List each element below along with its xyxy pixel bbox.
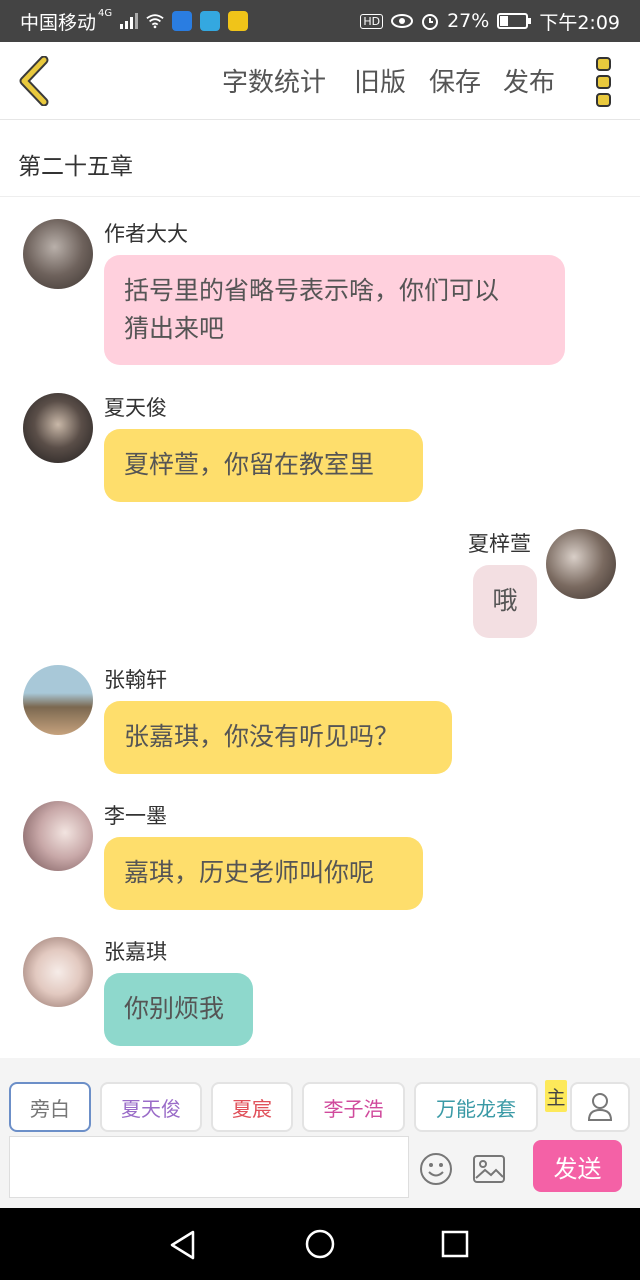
save-button[interactable]: 保存 (429, 62, 481, 99)
sender-name: 作者大大 (104, 222, 188, 246)
battery-percent: 27% (447, 10, 490, 32)
chat-bubble[interactable]: 哦 (473, 565, 537, 638)
chapter-title-text: 第二十五章 (18, 154, 133, 180)
role-chip[interactable]: 万能龙套 (414, 1082, 538, 1132)
publish-button[interactable]: 发布 (503, 62, 555, 99)
avatar[interactable] (23, 393, 93, 463)
send-button[interactable]: 发送 (533, 1140, 622, 1192)
carrier-label: 中国移动 (20, 11, 97, 34)
home-nav-icon[interactable] (304, 1228, 336, 1260)
compose-panel: 旁白 夏天俊 夏宸 李子浩 万能龙套 主 发送 (0, 1058, 640, 1208)
menu-dots-icon[interactable] (592, 56, 616, 108)
role-chip[interactable]: 李子浩 (302, 1082, 405, 1132)
recents-nav-icon[interactable] (441, 1230, 469, 1258)
editor-header: 字数统计 旧版 保存 发布 (0, 42, 640, 120)
clock: 下午2:09 (539, 11, 620, 34)
role-chip[interactable]: 夏宸 (211, 1082, 293, 1132)
signal-icon (120, 13, 139, 29)
sender-name: 夏天俊 (104, 396, 167, 420)
role-chip[interactable]: 夏天俊 (100, 1082, 202, 1132)
bubble-text: 夏梓萱，你留在教室里 (124, 450, 375, 479)
sender-name: 张翰轩 (104, 668, 167, 692)
bubble-text: 嘉琪，历史老师叫你呢 (124, 858, 375, 887)
bubble-text: 你别烦我 (124, 994, 225, 1023)
message-input[interactable] (9, 1136, 409, 1198)
old-version-button[interactable]: 旧版 (354, 62, 406, 99)
chat-bubble[interactable]: 嘉琪，历史老师叫你呢 (104, 837, 423, 910)
avatar[interactable] (23, 219, 93, 289)
emoji-icon[interactable] (419, 1152, 453, 1186)
bubble-text: 猜出来吧 (124, 314, 225, 343)
send-button-label: 发送 (553, 1154, 602, 1183)
system-nav-bar (0, 1208, 640, 1280)
chapter-title[interactable]: 第二十五章 (0, 121, 640, 197)
role-chip-label: 主 (546, 1086, 566, 1109)
avatar[interactable] (546, 529, 616, 599)
back-arrow-icon[interactable] (16, 56, 56, 106)
bubble-text: 哦 (492, 586, 518, 615)
sender-name: 李一墨 (104, 804, 167, 828)
avatar[interactable] (23, 937, 93, 1007)
avatar[interactable] (23, 801, 93, 871)
chat-bubble[interactable]: 夏梓萱，你留在教室里 (104, 429, 423, 502)
eye-icon (391, 14, 414, 28)
alarm-icon (422, 14, 439, 30)
chat-bubble[interactable]: 你别烦我 (104, 973, 253, 1046)
person-icon (587, 1093, 613, 1121)
status-bar: 中国移动 4G HD 27% 下午2:09 (0, 0, 640, 42)
role-chip-narration[interactable]: 旁白 (9, 1082, 91, 1132)
bubble-text: 张嘉琪，你没有听见吗？ (124, 722, 400, 751)
role-chip[interactable]: 主 (545, 1080, 567, 1112)
role-chip-label: 李子浩 (323, 1096, 384, 1121)
network-type: 4G (98, 7, 113, 19)
browser-app-icon (200, 11, 221, 31)
image-icon[interactable] (472, 1154, 506, 1184)
chat-bubble[interactable]: 张嘉琪，你没有听见吗？ (104, 701, 452, 774)
role-chip-label: 旁白 (30, 1096, 70, 1121)
shield-app-icon (172, 11, 193, 31)
chat-bubble[interactable]: 括号里的省略号表示啥，你们可以 猜出来吧 (104, 255, 565, 365)
bubble-text: 括号里的省略号表示啥，你们可以 (124, 276, 500, 305)
sender-name: 夏梓萱 (468, 532, 531, 556)
sender-name: 张嘉琪 (104, 940, 167, 964)
word-count-button[interactable]: 字数统计 (222, 62, 326, 99)
wifi-icon (146, 14, 164, 29)
hd-icon: HD (360, 13, 384, 29)
role-manager-button[interactable] (570, 1082, 630, 1132)
battery-icon (497, 13, 532, 29)
music-app-icon (228, 11, 249, 31)
role-chip-label: 夏天俊 (121, 1096, 181, 1121)
role-chip-label: 夏宸 (232, 1096, 272, 1121)
avatar[interactable] (23, 665, 93, 735)
back-nav-icon[interactable] (168, 1230, 198, 1260)
role-chip-label: 万能龙套 (436, 1096, 516, 1121)
